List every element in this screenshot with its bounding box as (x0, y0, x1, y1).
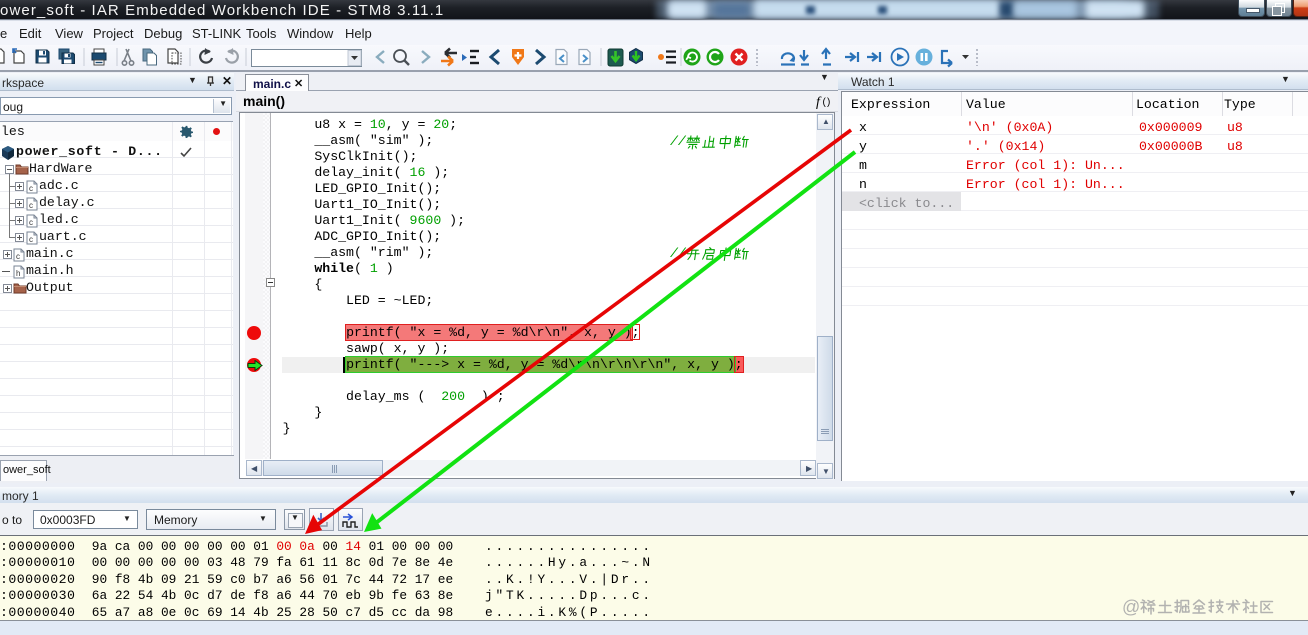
svg-text:): ) (827, 97, 830, 108)
svg-text:c: c (29, 218, 33, 227)
svg-text:c: c (16, 252, 20, 261)
svg-text:(: ( (823, 97, 827, 108)
svg-text:c: c (29, 184, 33, 193)
svg-text:c: c (29, 201, 33, 210)
svg-text:f: f (816, 95, 822, 109)
svg-text:h: h (16, 269, 20, 278)
svg-text:c: c (29, 235, 33, 244)
